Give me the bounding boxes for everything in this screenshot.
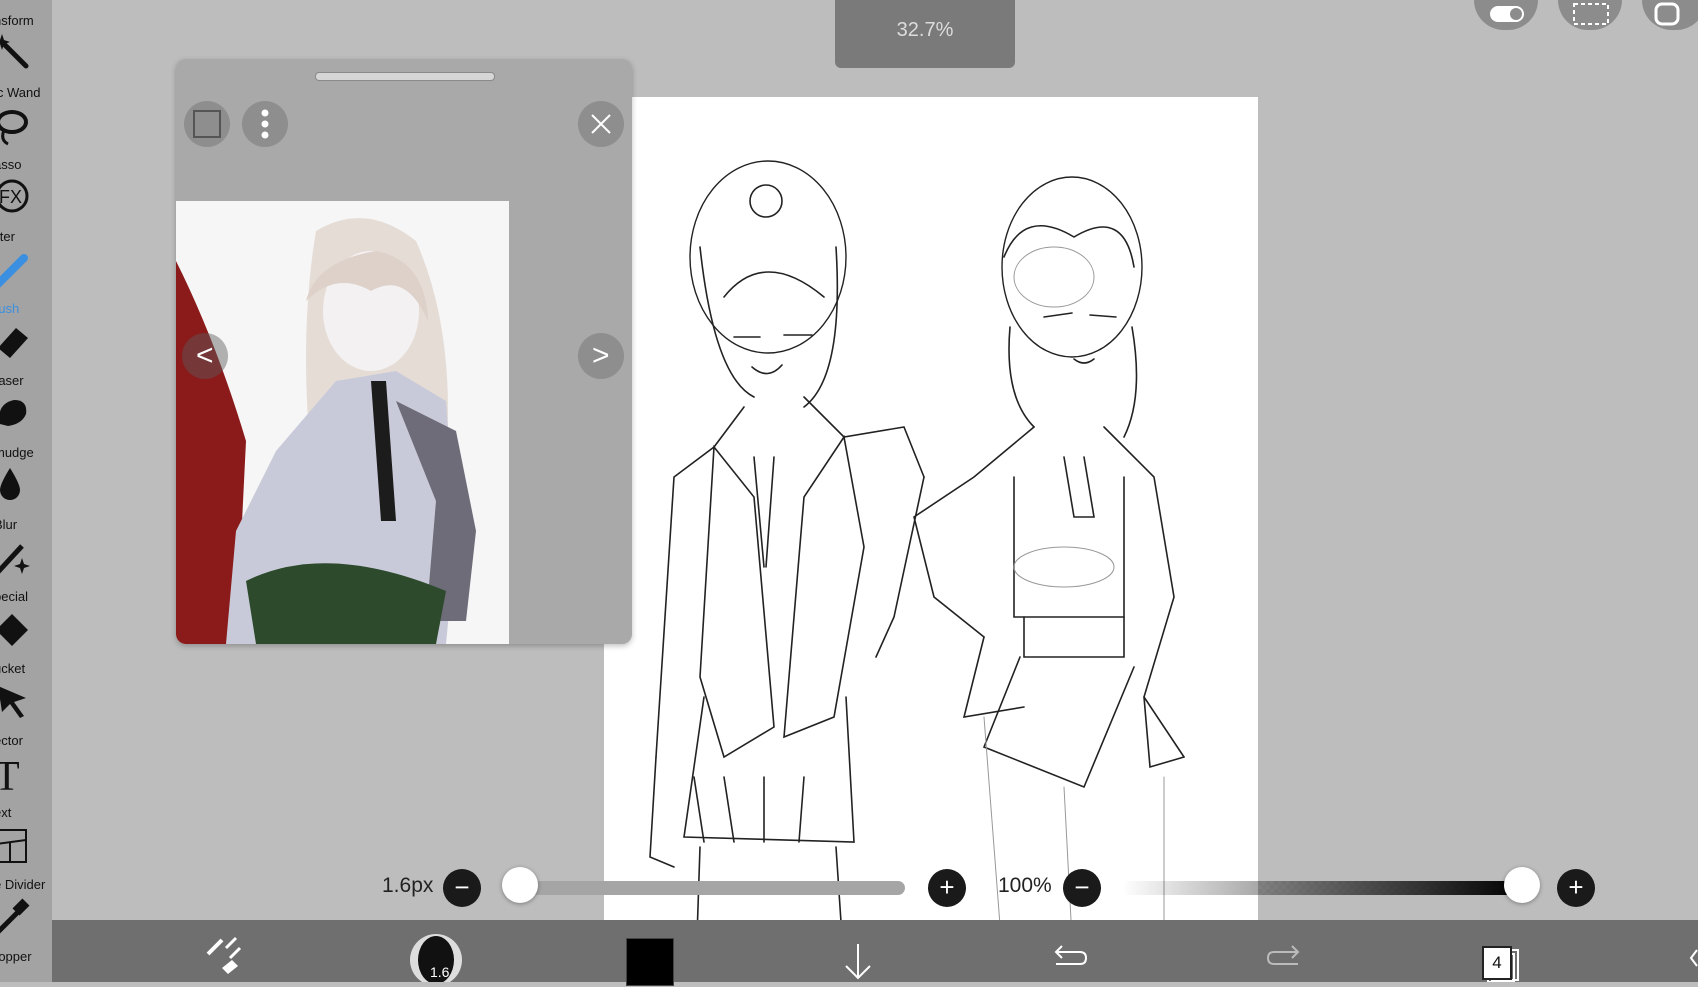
toggle-icon[interactable] xyxy=(1474,0,1538,30)
tool-selector[interactable]: ector xyxy=(0,678,52,750)
close-icon xyxy=(591,114,611,134)
tool-label: rush xyxy=(0,301,20,316)
reference-next-button[interactable]: > xyxy=(578,333,624,379)
zoom-indicator: 32.7% xyxy=(835,0,1015,68)
tool-label: ic Wand xyxy=(0,85,41,100)
opacity-decrease-button[interactable]: − xyxy=(1063,869,1101,907)
sketch-artwork xyxy=(649,160,1185,978)
brush-size-decrease-button[interactable]: − xyxy=(443,869,481,907)
reference-drag-handle[interactable] xyxy=(315,72,495,81)
eyedropper-icon xyxy=(0,898,30,934)
download-button[interactable] xyxy=(838,920,878,982)
brush-size-increase-button[interactable]: + xyxy=(928,869,966,907)
chevron-right-icon: > xyxy=(592,339,610,372)
layer-count-badge: 4 xyxy=(1482,946,1512,980)
bottom-toolbar: 1.6 xyxy=(52,920,1698,986)
tool-bucket[interactable]: ucket xyxy=(0,606,52,678)
tool-text[interactable]: T ext xyxy=(0,750,52,822)
tool-filter[interactable]: FX ilter xyxy=(0,174,52,246)
reference-illustration xyxy=(176,218,476,644)
svg-text:T: T xyxy=(0,754,20,794)
eraser-icon xyxy=(0,328,28,358)
tool-label: pecial xyxy=(0,589,28,604)
chevron-left-icon: < xyxy=(196,339,214,372)
tool-label: ilter xyxy=(0,229,15,244)
opacity-value: 100% xyxy=(998,874,1052,897)
tool-label: ropper xyxy=(0,949,32,964)
collapse-arrow[interactable] xyxy=(1688,920,1698,982)
undo-button[interactable] xyxy=(1046,920,1090,982)
brush-icon xyxy=(0,254,28,288)
opacity-slider[interactable] xyxy=(1122,881,1524,895)
tool-transform[interactable]: nsform xyxy=(0,0,52,30)
svg-text:FX: FX xyxy=(0,187,22,207)
tool-label: ext xyxy=(0,805,12,820)
lasso-icon xyxy=(0,110,28,146)
tool-magic-wand[interactable]: ic Wand xyxy=(0,30,52,102)
brush-size-slider[interactable] xyxy=(504,881,905,895)
drawing-canvas[interactable] xyxy=(604,97,1258,982)
selector-arrow-icon xyxy=(0,686,26,718)
tool-label: ector xyxy=(0,733,23,748)
arrow-down-icon xyxy=(845,944,871,980)
tool-label: ucket xyxy=(0,661,26,676)
blur-drop-icon xyxy=(0,468,20,500)
opacity-knob[interactable] xyxy=(1504,867,1540,903)
tool-label: e Divider xyxy=(0,877,46,892)
square-icon xyxy=(193,110,221,138)
tool-smudge[interactable]: mudge xyxy=(0,390,52,462)
quick-switch-button[interactable] xyxy=(200,920,248,982)
tool-label: Blur xyxy=(0,517,18,532)
reference-image xyxy=(176,201,509,644)
reference-menu-button[interactable] xyxy=(242,101,288,147)
redo-button[interactable] xyxy=(1264,920,1308,982)
tool-frame-divider[interactable]: e Divider xyxy=(0,822,52,894)
selection-icon[interactable] xyxy=(1558,0,1622,30)
tool-blur[interactable]: Blur xyxy=(0,462,52,534)
opacity-increase-button[interactable]: + xyxy=(1557,869,1595,907)
smudge-icon xyxy=(0,400,27,426)
chevron-left-icon xyxy=(1689,949,1698,967)
tool-brush[interactable]: rush xyxy=(0,246,52,318)
special-pen-icon xyxy=(0,544,30,574)
tool-sidebar: nsform ic Wand asso FX ilter rush raser … xyxy=(0,0,52,982)
tool-label: nsform xyxy=(0,13,34,28)
tool-label: mudge xyxy=(0,445,34,460)
reference-close-button[interactable] xyxy=(578,101,624,147)
tool-label: asso xyxy=(0,157,22,172)
tool-lasso[interactable]: asso xyxy=(0,102,52,174)
magic-wand-icon xyxy=(0,34,29,69)
redo-icon xyxy=(1266,945,1300,965)
brush-size-value: 1.6px xyxy=(382,874,434,897)
undo-icon xyxy=(1054,945,1088,965)
tool-special[interactable]: pecial xyxy=(0,534,52,606)
reference-prev-button[interactable]: < xyxy=(182,333,228,379)
tool-eyedropper[interactable]: ropper xyxy=(0,894,52,966)
text-t-icon: T xyxy=(0,754,20,794)
more-vertical-icon xyxy=(261,109,269,139)
reference-window[interactable]: < > xyxy=(176,59,632,644)
brush-eraser-swap-icon xyxy=(206,936,242,974)
frame-divider-icon xyxy=(0,829,27,863)
tool-label: raser xyxy=(0,373,24,388)
fx-filter-icon: FX xyxy=(0,179,29,213)
brush-size-thumb[interactable]: 1.6 xyxy=(408,920,464,986)
rotate-icon[interactable] xyxy=(1642,0,1698,30)
brush-thumb-label: 1.6 xyxy=(430,964,450,980)
brush-size-knob[interactable] xyxy=(502,867,539,903)
bucket-icon xyxy=(0,614,28,646)
reference-frame-button[interactable] xyxy=(184,101,230,147)
tool-eraser[interactable]: raser xyxy=(0,318,52,390)
current-color-swatch[interactable] xyxy=(626,938,674,986)
